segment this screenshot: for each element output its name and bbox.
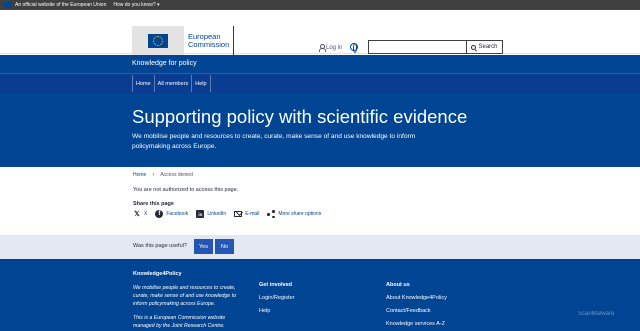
feedback-yes-button[interactable]: Yes: [194, 239, 213, 254]
share-title: Share this page: [133, 201, 174, 207]
share-links: 𝕏 X f Facebook in LinkedIn E-mail More s…: [133, 210, 321, 218]
footer-link-about[interactable]: About Knowledge4Policy: [386, 295, 447, 301]
login-label: Log in: [326, 44, 343, 51]
page-title: Supporting policy with scientific eviden…: [132, 106, 468, 127]
official-text: An official website of the European Unio…: [15, 2, 107, 8]
main-menu: Home All members Help: [132, 75, 211, 92]
user-icon: [318, 44, 326, 52]
footer-get-involved-title: Get involved: [259, 282, 293, 288]
share-icon: [267, 210, 275, 218]
footer-link-help[interactable]: Help: [259, 308, 270, 314]
footer-title[interactable]: Knowledge4Policy: [133, 271, 182, 277]
mail-icon: [234, 211, 243, 217]
eu-flag-icon: [148, 34, 168, 48]
menu-item-home[interactable]: Home: [132, 75, 154, 92]
feedback-no-button[interactable]: No: [215, 239, 234, 254]
site-header: European Commission Log in Search: [0, 10, 640, 56]
logo-block: [132, 26, 184, 56]
hero-banner: Supporting policy with scientific eviden…: [0, 93, 640, 167]
footer-link-contact[interactable]: Contact/Feedback: [386, 308, 431, 314]
login-link[interactable]: Log in: [318, 44, 343, 52]
share-linkedin-link[interactable]: in LinkedIn: [196, 210, 226, 218]
breadcrumb-current: Access denied: [160, 172, 193, 178]
site-name[interactable]: Knowledge for policy: [132, 60, 197, 67]
footer-description: We mobilise people and resources to crea…: [133, 285, 236, 307]
share-email-link[interactable]: E-mail: [234, 211, 259, 217]
search-input[interactable]: [368, 40, 466, 54]
footer-managed-by: This is a European Commission website ma…: [133, 315, 226, 329]
footer-link-login-register[interactable]: Login/Register: [259, 295, 294, 301]
site-footer: Knowledge4Policy We mobilise people and …: [0, 259, 640, 331]
footer-about-title: About us: [386, 282, 410, 288]
search-button[interactable]: Search: [466, 40, 503, 54]
share-linkedin-label: LinkedIn: [207, 211, 227, 217]
eu-official-banner: An official website of the European Unio…: [0, 0, 640, 10]
logo-text: European Commission: [184, 26, 235, 56]
logo-line-2: Commission: [188, 40, 230, 49]
site-name-bar: Knowledge for policy: [0, 55, 640, 74]
menu-item-all-members[interactable]: All members: [153, 75, 192, 92]
share-x-link[interactable]: 𝕏 X: [133, 210, 147, 218]
share-more-link[interactable]: More share options: [267, 210, 321, 218]
how-do-you-know-toggle[interactable]: How do you know?: [113, 2, 159, 8]
main-menu-bar: Home All members Help: [0, 74, 640, 93]
eu-flag-icon: [4, 2, 12, 8]
share-email-label: E-mail: [245, 211, 260, 217]
language-globe-icon[interactable]: [350, 43, 358, 53]
share-x-label: X: [144, 211, 148, 217]
access-denied-message: You are not authorized to access this pa…: [133, 187, 239, 193]
menu-item-help[interactable]: Help: [191, 75, 211, 92]
chevron-right-icon: ›: [152, 172, 155, 178]
share-facebook-link[interactable]: f Facebook: [155, 210, 188, 218]
watermark: ScanMalware: [578, 311, 615, 317]
search-icon: [471, 44, 477, 50]
facebook-icon: f: [155, 210, 164, 218]
share-more-label: More share options: [278, 211, 322, 217]
european-commission-logo[interactable]: European Commission: [132, 26, 235, 56]
feedback-question: Was this page useful?: [133, 243, 187, 249]
breadcrumb: Home › Access denied: [133, 172, 193, 178]
x-icon: 𝕏: [134, 211, 140, 218]
linkedin-icon: in: [196, 210, 205, 218]
hero-description: We mobilise people and resources to crea…: [132, 133, 416, 150]
share-facebook-label: Facebook: [166, 211, 189, 217]
footer-link-services-az[interactable]: Knowledge services A-Z: [386, 321, 445, 327]
search-button-label: Search: [478, 44, 498, 50]
page-feedback: Was this page useful? Yes No: [0, 235, 640, 259]
breadcrumb-home[interactable]: Home: [133, 172, 146, 178]
